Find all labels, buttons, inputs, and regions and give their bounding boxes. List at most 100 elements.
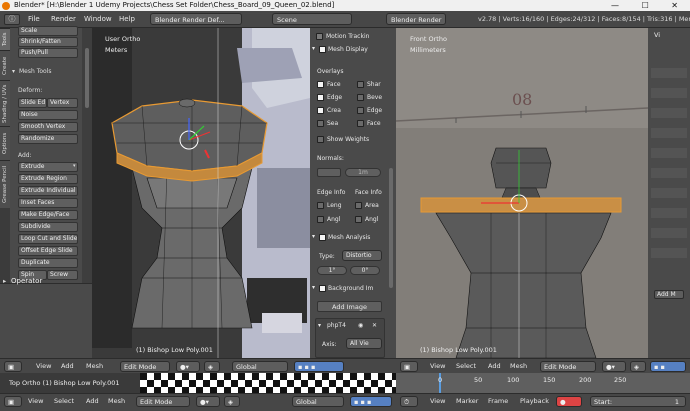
scale-button[interactable]: Scale bbox=[18, 26, 78, 36]
menu-view[interactable]: View bbox=[36, 359, 51, 374]
overlay-sharp-checkbox[interactable] bbox=[357, 81, 364, 88]
viewport-front-ortho[interactable]: Front Ortho Millimeters 08 (1) Bishop Lo… bbox=[396, 28, 648, 358]
tab-grease-pencil[interactable]: Grease Pencil bbox=[0, 160, 10, 208]
background-images-header[interactable]: Background Im bbox=[328, 285, 373, 292]
start-value[interactable]: 1 bbox=[675, 397, 679, 406]
record-button[interactable]: ● bbox=[556, 396, 582, 407]
menu-select[interactable]: Select bbox=[456, 359, 476, 374]
randomize-button[interactable]: Randomize bbox=[18, 134, 78, 144]
motion-tracking-label[interactable]: Motion Trackin bbox=[326, 33, 369, 40]
properties-scrollbar[interactable] bbox=[389, 168, 393, 288]
collapse-arrow-icon[interactable]: ▾ bbox=[312, 284, 315, 291]
viewport-user-ortho[interactable]: User Ortho Meters (1) Bishop Low Poly.00… bbox=[92, 28, 310, 358]
menu-view[interactable]: View bbox=[430, 394, 445, 409]
extrude-button[interactable]: Extrude bbox=[18, 162, 78, 172]
edge-angle-checkbox[interactable] bbox=[317, 216, 324, 223]
start-frame-field[interactable]: Start: 1 bbox=[590, 396, 686, 407]
angle-max-field[interactable]: 0° bbox=[350, 266, 380, 275]
view-panel-tab[interactable]: Vi bbox=[654, 31, 660, 39]
mesh-tools-header[interactable]: Mesh Tools bbox=[19, 68, 51, 75]
operator-header[interactable]: Operator bbox=[11, 277, 42, 285]
editor-type-icon[interactable]: ▣ bbox=[4, 396, 22, 407]
show-weights-checkbox[interactable] bbox=[317, 136, 324, 143]
collapse-arrow-icon[interactable]: ▾ bbox=[312, 233, 315, 240]
tab-options[interactable]: Options bbox=[0, 126, 10, 160]
slide-vertex-button[interactable]: Vertex bbox=[47, 98, 78, 108]
edge-length-checkbox[interactable] bbox=[317, 202, 324, 209]
overlay-edge-checkbox[interactable] bbox=[317, 94, 324, 101]
mesh-analysis-header[interactable]: Mesh Analysis bbox=[328, 234, 370, 241]
overlay-crease-checkbox[interactable] bbox=[317, 107, 324, 114]
transform-orientation-dropdown[interactable]: Global bbox=[292, 396, 344, 407]
viewport-shading-dropdown[interactable]: ●▾ bbox=[176, 361, 200, 372]
smooth-vertex-button[interactable]: Smooth Vertex bbox=[18, 122, 78, 132]
face-area-checkbox[interactable] bbox=[355, 202, 362, 209]
overlay-edge-marks-checkbox[interactable] bbox=[357, 107, 364, 114]
push-pull-button[interactable]: Push/Pull bbox=[18, 48, 78, 58]
menu-frame[interactable]: Frame bbox=[488, 394, 508, 409]
visibility-eye-icon[interactable]: ◉ bbox=[358, 322, 363, 329]
scene-selector[interactable]: Scene bbox=[272, 13, 352, 25]
transform-orientation-dropdown[interactable]: Global bbox=[232, 361, 288, 372]
select-mode-buttons[interactable]: ▪ ▪ ▪ bbox=[294, 361, 344, 372]
offset-edge-slide-button[interactable]: Offset Edge Slide bbox=[18, 246, 78, 256]
mesh-display-checkbox[interactable] bbox=[319, 46, 326, 53]
loop-cut-slide-button[interactable]: Loop Cut and Slide bbox=[18, 234, 78, 244]
info-editor-icon[interactable]: ⓘ bbox=[4, 14, 20, 25]
menu-help[interactable]: Help bbox=[119, 11, 135, 28]
editor-type-icon[interactable]: ▣ bbox=[400, 361, 418, 372]
slide-edge-button[interactable]: Slide Ed bbox=[18, 98, 47, 108]
remove-image-icon[interactable]: ✕ bbox=[372, 322, 377, 329]
pivot-point-dropdown[interactable]: ◈ bbox=[204, 361, 220, 372]
mode-dropdown[interactable]: Edit Mode bbox=[136, 396, 190, 407]
duplicate-button[interactable]: Duplicate bbox=[18, 258, 78, 268]
collapse-arrow-icon[interactable]: ▾ bbox=[318, 322, 321, 329]
mesh-display-header[interactable]: Mesh Display bbox=[328, 46, 368, 53]
layer-toggle-grid[interactable] bbox=[651, 58, 687, 258]
motion-tracking-checkbox[interactable] bbox=[316, 33, 323, 40]
render-engine-selector[interactable]: Blender Render bbox=[386, 13, 446, 25]
menu-marker[interactable]: Marker bbox=[456, 394, 478, 409]
editor-type-icon[interactable]: ⏱ bbox=[400, 396, 418, 407]
analysis-type-dropdown[interactable]: Distortio bbox=[342, 250, 382, 261]
menu-view[interactable]: View bbox=[430, 359, 445, 374]
axis-dropdown[interactable]: All Vie bbox=[346, 338, 382, 349]
menu-window[interactable]: Window bbox=[84, 11, 112, 28]
pivot-point-dropdown[interactable]: ◈ bbox=[630, 361, 646, 372]
mode-dropdown[interactable]: Edit Mode bbox=[540, 361, 596, 372]
menu-select[interactable]: Select bbox=[54, 394, 74, 409]
collapse-arrow-icon[interactable]: ▸ bbox=[3, 277, 6, 285]
add-image-button[interactable]: Add Image bbox=[317, 301, 382, 312]
menu-add[interactable]: Add bbox=[86, 394, 99, 409]
extrude-dropdown-icon[interactable]: ▾ bbox=[73, 163, 76, 169]
subdivide-button[interactable]: Subdivide bbox=[18, 222, 78, 232]
background-images-checkbox[interactable] bbox=[319, 285, 326, 292]
timeline[interactable]: 0 50 100 150 200 250 bbox=[396, 373, 690, 393]
select-mode-buttons[interactable]: ▪ ▪ bbox=[650, 361, 686, 372]
viewport-shading-dropdown[interactable]: ●▾ bbox=[602, 361, 626, 372]
extrude-individual-button[interactable]: Extrude Individual bbox=[18, 186, 78, 196]
collapse-arrow-icon[interactable]: ▾ bbox=[12, 68, 15, 75]
inset-faces-button[interactable]: Inset Faces bbox=[18, 198, 78, 208]
pivot-point-dropdown[interactable]: ◈ bbox=[224, 396, 240, 407]
make-edge-face-button[interactable]: Make Edge/Face bbox=[18, 210, 78, 220]
shrink-fatten-button[interactable]: Shrink/Fatten bbox=[18, 37, 78, 47]
noise-button[interactable]: Noise bbox=[18, 110, 78, 120]
tab-shading-uvs[interactable]: Shading / UVs bbox=[0, 80, 10, 126]
window-controls[interactable]: — ☐ ✕ bbox=[611, 0, 688, 11]
layout-selector[interactable]: Blender Render Def... bbox=[150, 13, 242, 25]
menu-mesh[interactable]: Mesh bbox=[108, 394, 125, 409]
face-angle-checkbox[interactable] bbox=[355, 216, 362, 223]
menu-mesh[interactable]: Mesh bbox=[510, 359, 527, 374]
tab-tools[interactable]: Tools bbox=[0, 28, 10, 50]
angle-min-field[interactable]: 1° bbox=[317, 266, 347, 275]
tool-shelf-scrollbar[interactable] bbox=[82, 28, 92, 283]
menu-view[interactable]: View bbox=[28, 394, 43, 409]
overlay-bevel-checkbox[interactable] bbox=[357, 94, 364, 101]
normals-toggle-group[interactable] bbox=[317, 168, 341, 177]
extrude-region-button[interactable]: Extrude Region bbox=[18, 174, 78, 184]
overlay-face-marks-checkbox[interactable] bbox=[357, 120, 364, 127]
add-modifier-dropdown[interactable]: Add M bbox=[654, 290, 684, 299]
viewport-shading-dropdown[interactable]: ●▾ bbox=[196, 396, 220, 407]
mesh-analysis-checkbox[interactable] bbox=[319, 234, 326, 241]
